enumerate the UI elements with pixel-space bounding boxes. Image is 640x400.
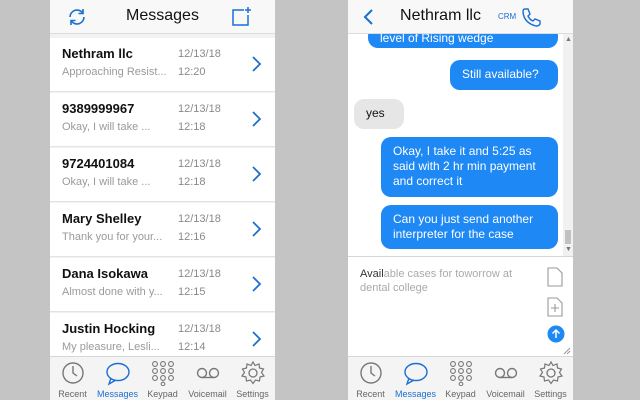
resize-handle-icon[interactable] (563, 347, 571, 355)
keypad-icon (152, 361, 174, 386)
conversation-screen: Nethram llc CRM level of Rising wedge St… (348, 0, 573, 400)
conversation-item[interactable]: 9724401084 Okay, I will take ... 12/13/1… (50, 148, 275, 202)
tab-voicemail[interactable]: Voicemail (483, 357, 528, 400)
tab-keypad[interactable]: Keypad (438, 357, 483, 400)
clock-icon (62, 362, 84, 384)
tab-label: Settings (534, 389, 567, 399)
tab-label: Settings (236, 389, 269, 399)
attach-file-icon[interactable] (547, 297, 563, 317)
outgoing-message: level of Rising wedge (368, 34, 558, 48)
compose-icon[interactable] (230, 6, 252, 28)
tab-messages[interactable]: Messages (393, 357, 438, 400)
outgoing-message: Still available? (450, 60, 558, 90)
message-time: 12:20 (178, 66, 206, 78)
contact-name: 9724401084 (62, 156, 135, 171)
conversation-item[interactable]: 9389999967 Okay, I will take ... 12/13/1… (50, 93, 275, 147)
contact-name: Nethram llc (62, 46, 133, 61)
tab-voicemail[interactable]: Voicemail (185, 357, 230, 400)
tab-bar: Recent Messages Keypad Voicemail Setting… (50, 356, 275, 400)
scroll-thumb[interactable] (565, 230, 571, 244)
chat-scrollbar[interactable]: ▲ ▼ (563, 34, 573, 256)
conversation-header: Nethram llc CRM (348, 0, 573, 34)
chevron-right-icon (252, 111, 262, 127)
message-preview: Almost done with y... (62, 286, 163, 298)
voicemail-icon (494, 367, 518, 379)
contact-name: Dana Isokawa (62, 266, 148, 281)
typed-text: Avail (360, 268, 384, 280)
tab-messages[interactable]: Messages (95, 357, 140, 400)
tab-settings[interactable]: Settings (528, 357, 573, 400)
message-preview: Approaching Resist... (62, 66, 167, 78)
chevron-right-icon (252, 166, 262, 182)
message-preview: Thank you for your... (62, 231, 163, 243)
contact-name: Mary Shelley (62, 211, 142, 226)
message-time: 12:18 (178, 176, 206, 188)
chevron-right-icon (252, 331, 262, 347)
message-date: 12/13/18 (178, 103, 221, 115)
message-preview: Okay, I will take ... (62, 176, 151, 188)
message-date: 12/13/18 (178, 323, 221, 335)
incoming-message: yes (354, 99, 404, 129)
conversation-item[interactable]: Dana Isokawa Almost done with y... 12/13… (50, 258, 275, 312)
message-date: 12/13/18 (178, 213, 221, 225)
message-time: 12:16 (178, 231, 206, 243)
message-input[interactable]: Available cases for toworrow at dental c… (360, 267, 545, 295)
scroll-up-arrow-icon[interactable]: ▲ (565, 36, 572, 43)
chevron-right-icon (252, 276, 262, 292)
send-icon[interactable] (547, 325, 565, 343)
outgoing-message: Can you just send another interpreter fo… (381, 205, 558, 249)
scroll-down-arrow-icon[interactable]: ▼ (565, 246, 572, 253)
chevron-right-icon (252, 221, 262, 237)
clock-icon (360, 362, 382, 384)
tab-settings[interactable]: Settings (230, 357, 275, 400)
autocomplete-suggestion: able cases for toworrow at dental colleg… (360, 268, 513, 294)
tab-keypad[interactable]: Keypad (140, 357, 185, 400)
message-preview: Okay, I will take ... (62, 121, 151, 133)
message-date: 12/13/18 (178, 268, 221, 280)
messages-header: Messages (50, 0, 275, 34)
message-thread[interactable]: level of Rising wedge Still available? y… (348, 34, 573, 256)
message-composer[interactable]: Available cases for toworrow at dental c… (348, 256, 573, 356)
chevron-right-icon (252, 56, 262, 72)
phone-icon[interactable] (520, 6, 542, 28)
contact-name: Justin Hocking (62, 321, 156, 336)
tab-recent[interactable]: Recent (50, 357, 95, 400)
outgoing-message: Okay, I take it and 5:25 as said with 2 … (381, 137, 558, 197)
conversation-item[interactable]: Nethram llc Approaching Resist... 12/13/… (50, 38, 275, 92)
message-time: 12:18 (178, 121, 206, 133)
keypad-icon (450, 361, 472, 386)
crm-link[interactable]: CRM (498, 12, 516, 21)
gear-icon (240, 360, 266, 385)
tab-bar: Recent Messages Keypad Voicemail Setting… (348, 356, 573, 400)
message-date: 12/13/18 (178, 48, 221, 60)
messages-list-screen: Messages Nethram llc Approaching Resist.… (50, 0, 275, 400)
message-time: 12:14 (178, 341, 206, 353)
message-date: 12/13/18 (178, 158, 221, 170)
chat-bubble-icon (404, 362, 428, 386)
contact-name: 9389999967 (62, 101, 135, 116)
message-preview: My pleasure, Lesli... (62, 341, 160, 353)
conversation-item[interactable]: Mary Shelley Thank you for your... 12/13… (50, 203, 275, 257)
template-doc-icon[interactable] (547, 267, 563, 287)
voicemail-icon (196, 367, 220, 379)
tab-recent[interactable]: Recent (348, 357, 393, 400)
chat-bubble-icon (106, 362, 130, 386)
message-time: 12:15 (178, 286, 206, 298)
gear-icon (538, 360, 564, 385)
